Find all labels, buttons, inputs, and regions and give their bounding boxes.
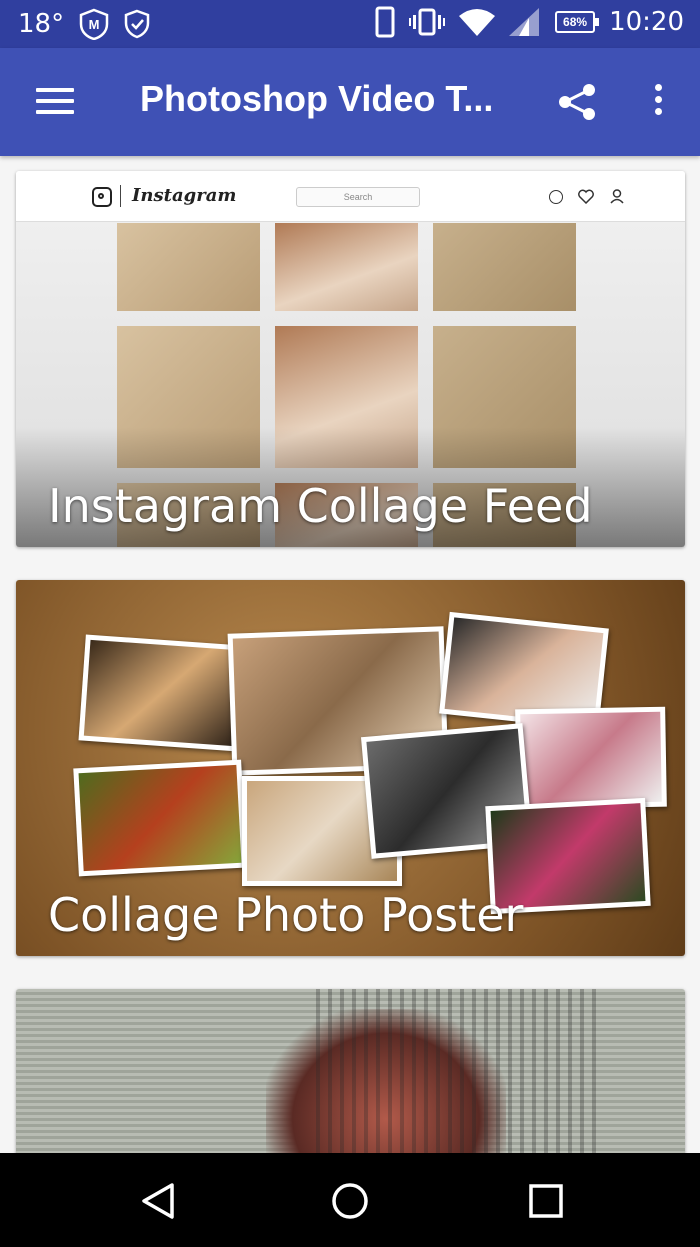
clock-text: 10:20 [609, 7, 684, 37]
compass-icon [549, 190, 563, 204]
wifi-icon [459, 9, 496, 36]
card-instagram-collage-feed[interactable]: Instagram Search Instagram Collage Feed [16, 171, 685, 547]
instagram-header-image: Instagram Search [16, 171, 685, 222]
cell-signal-icon [509, 8, 540, 36]
share-icon[interactable] [556, 82, 598, 122]
app-bar: Photoshop Video T... [0, 48, 700, 156]
status-bar: 18° M 68% 10:20 [0, 0, 700, 48]
collage-tile [433, 223, 576, 311]
system-nav-bar [0, 1153, 700, 1247]
card-caption: Instagram Collage Feed [48, 479, 593, 533]
svg-text:M: M [89, 17, 100, 32]
hamburger-menu-icon[interactable] [36, 88, 74, 116]
vibrate-icon [409, 8, 446, 36]
mcafee-icon: M [79, 8, 109, 40]
heart-icon [578, 189, 594, 204]
home-icon[interactable] [330, 1181, 370, 1221]
profile-icon [610, 189, 624, 204]
collage-photo [73, 759, 247, 877]
battery-text: 68% [563, 15, 588, 29]
instagram-wordmark: Instagram [132, 185, 237, 206]
back-icon[interactable] [138, 1181, 178, 1221]
shield-check-icon [124, 9, 150, 39]
recents-icon[interactable] [526, 1181, 566, 1221]
battery-icon: 68% [555, 11, 600, 33]
page-title: Photoshop Video T... [140, 78, 494, 119]
divider [120, 185, 121, 207]
temperature-text: 18° [18, 9, 65, 39]
card-collage-photo-poster[interactable]: Collage Photo Poster [16, 580, 685, 956]
collage-tile [275, 223, 418, 311]
card-caption: Collage Photo Poster [48, 888, 524, 942]
instagram-search-image: Search [296, 187, 420, 207]
instagram-logo-icon [92, 187, 112, 207]
collage-tile [117, 223, 260, 311]
collage-photo [78, 634, 246, 752]
phone-icon [375, 6, 395, 38]
more-options-icon[interactable] [648, 84, 668, 120]
collage-photo [515, 706, 667, 810]
